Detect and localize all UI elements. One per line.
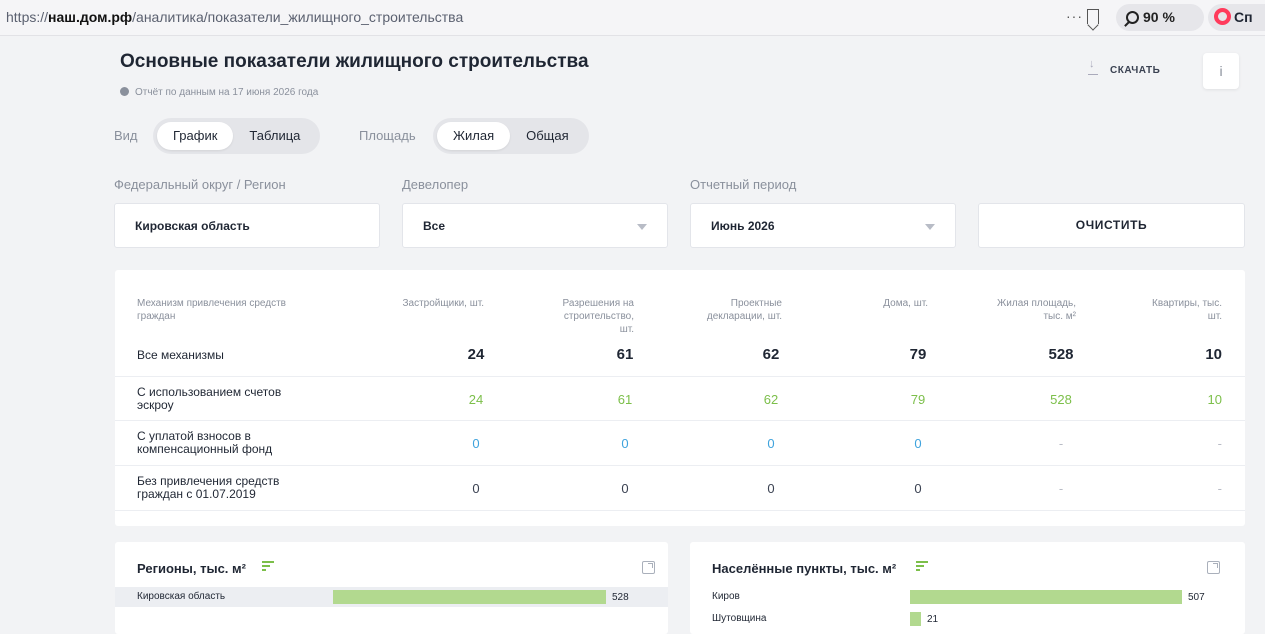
developer-select[interactable]: Все — [402, 203, 668, 248]
table-cell[interactable]: 61 — [585, 392, 665, 407]
zoom-indicator[interactable]: 90 % — [1116, 4, 1204, 31]
row-divider — [115, 420, 1245, 421]
area-toggle: Жилая Общая — [433, 118, 589, 154]
bookmark-icon[interactable] — [1087, 9, 1099, 24]
bar-value: 507 — [1188, 592, 1205, 603]
view-toggle-label: Вид — [114, 128, 138, 143]
row-divider — [115, 465, 1245, 466]
bar-value: 528 — [612, 592, 629, 603]
url-host: наш.дом.рф — [48, 9, 133, 25]
expand-icon[interactable] — [642, 561, 655, 574]
table-cell: 0 — [767, 481, 775, 496]
table-header-apartments: Квартиры, тыс. шт. — [1152, 298, 1222, 322]
table-row-label: С использованием счетов эскроу — [137, 385, 282, 412]
period-filter-label: Отчетный период — [690, 177, 797, 192]
developer-filter-label: Девелопер — [402, 177, 469, 192]
download-icon — [1088, 58, 1098, 75]
table-cell[interactable]: 79 — [878, 392, 958, 407]
address-bar[interactable]: https://наш.дом.рф/аналитика/показатели_… — [6, 9, 463, 25]
table-cell: - — [1058, 436, 1064, 451]
url-prefix: https:// — [6, 9, 49, 25]
table-cell[interactable]: 0 — [878, 436, 958, 451]
table-header-permits: Разрешения на строительство, шт. — [562, 298, 634, 335]
developer-select-value: Все — [423, 219, 446, 233]
download-label: СКАЧАТЬ — [1110, 65, 1161, 76]
table-row-label: С уплатой взносов в компенсационный фонд — [137, 429, 273, 456]
bar-label: Киров — [712, 591, 740, 602]
browser-toolbar: https://наш.дом.рф/аналитика/показатели_… — [0, 0, 1265, 36]
table-cell: 0 — [914, 481, 922, 496]
region-bar[interactable] — [333, 590, 606, 604]
settlements-panel-title: Населённые пункты, тыс. м² — [712, 561, 897, 576]
more-menu-icon[interactable]: ··· — [1066, 8, 1083, 24]
chevron-down-icon[interactable] — [637, 224, 647, 230]
table-cell: 0 — [621, 481, 629, 496]
table-cell: 61 — [616, 346, 634, 363]
table-row-label: Без привлечения средств граждан с 01.07.… — [137, 474, 280, 501]
table-cell: 24 — [467, 346, 485, 363]
table-cell[interactable]: 0 — [436, 436, 516, 451]
table-cell[interactable]: 62 — [731, 392, 811, 407]
page-title: Основные показатели жилищного строительс… — [120, 51, 589, 72]
clear-filters-button[interactable]: ОЧИСТИТЬ — [978, 203, 1245, 248]
row-divider — [115, 376, 1245, 377]
row-divider — [115, 510, 1245, 511]
view-option-chart[interactable]: График — [157, 122, 234, 150]
table-header-mechanism: Механизм привлечения средств граждан — [137, 298, 286, 322]
zoom-level: 90 % — [1143, 9, 1175, 25]
report-date: Отчёт по данным на 17 июня 2026 года — [120, 87, 318, 98]
settlements-panel — [690, 542, 1245, 634]
table-cell[interactable]: 528 — [1021, 392, 1101, 407]
zoom-out-icon — [1126, 11, 1139, 24]
settlement-bar[interactable] — [910, 590, 1182, 604]
table-cell[interactable]: 24 — [436, 392, 516, 407]
table-cell[interactable]: 10 — [1160, 392, 1222, 407]
table-cell: 528 — [1048, 346, 1074, 363]
table-cell: 79 — [909, 346, 927, 363]
extension-button[interactable]: Сп — [1208, 4, 1265, 31]
table-cell: 62 — [762, 346, 780, 363]
table-row-label: Все механизмы — [137, 348, 224, 362]
table-header-developers: Застройщики, шт. — [402, 298, 485, 309]
area-toggle-label: Площадь — [359, 128, 416, 143]
table-cell: - — [1058, 481, 1064, 496]
sort-icon[interactable] — [262, 561, 274, 571]
table-header-living-area: Жилая площадь, тыс. м² — [997, 298, 1076, 322]
extension-logo-icon — [1214, 8, 1231, 25]
period-select-value: Июнь 2026 — [711, 219, 775, 233]
bar-label: Кировская область — [137, 591, 226, 602]
table-cell: 0 — [472, 481, 480, 496]
region-select-value: Кировская область — [135, 219, 250, 233]
expand-icon[interactable] — [1207, 561, 1220, 574]
report-date-text: Отчёт по данным на 17 июня 2026 года — [135, 87, 319, 98]
view-toggle: График Таблица — [153, 118, 321, 154]
table-header-declarations: Проектные декларации, шт. — [706, 298, 782, 322]
url-path: /аналитика/показатели_жилищного_строител… — [132, 9, 464, 25]
settlement-bar[interactable] — [910, 612, 921, 626]
area-option-total[interactable]: Общая — [510, 122, 585, 150]
table-cell: - — [1217, 436, 1222, 451]
clock-icon — [120, 87, 129, 96]
table-cell: - — [1217, 481, 1222, 496]
table-cell[interactable]: 0 — [731, 436, 811, 451]
regions-panel-title: Регионы, тыс. м² — [137, 561, 246, 576]
period-select[interactable]: Июнь 2026 — [690, 203, 956, 248]
extension-label: Сп — [1234, 9, 1253, 25]
table-cell: 10 — [1205, 346, 1222, 363]
chevron-down-icon[interactable] — [925, 224, 935, 230]
region-select[interactable]: Кировская область ✕ — [114, 203, 471, 248]
download-button[interactable]: СКАЧАТЬ — [1088, 58, 1161, 76]
area-option-living[interactable]: Жилая — [437, 122, 511, 150]
table-header-houses: Дома, шт. — [883, 298, 928, 309]
bar-label: Шутовщина — [712, 613, 767, 624]
view-option-table[interactable]: Таблица — [233, 122, 316, 150]
table-cell[interactable]: 0 — [585, 436, 665, 451]
info-button[interactable]: i — [1203, 53, 1239, 89]
sort-icon[interactable] — [916, 561, 928, 571]
region-filter-label: Федеральный округ / Регион — [114, 177, 286, 192]
bar-value: 21 — [927, 614, 939, 625]
